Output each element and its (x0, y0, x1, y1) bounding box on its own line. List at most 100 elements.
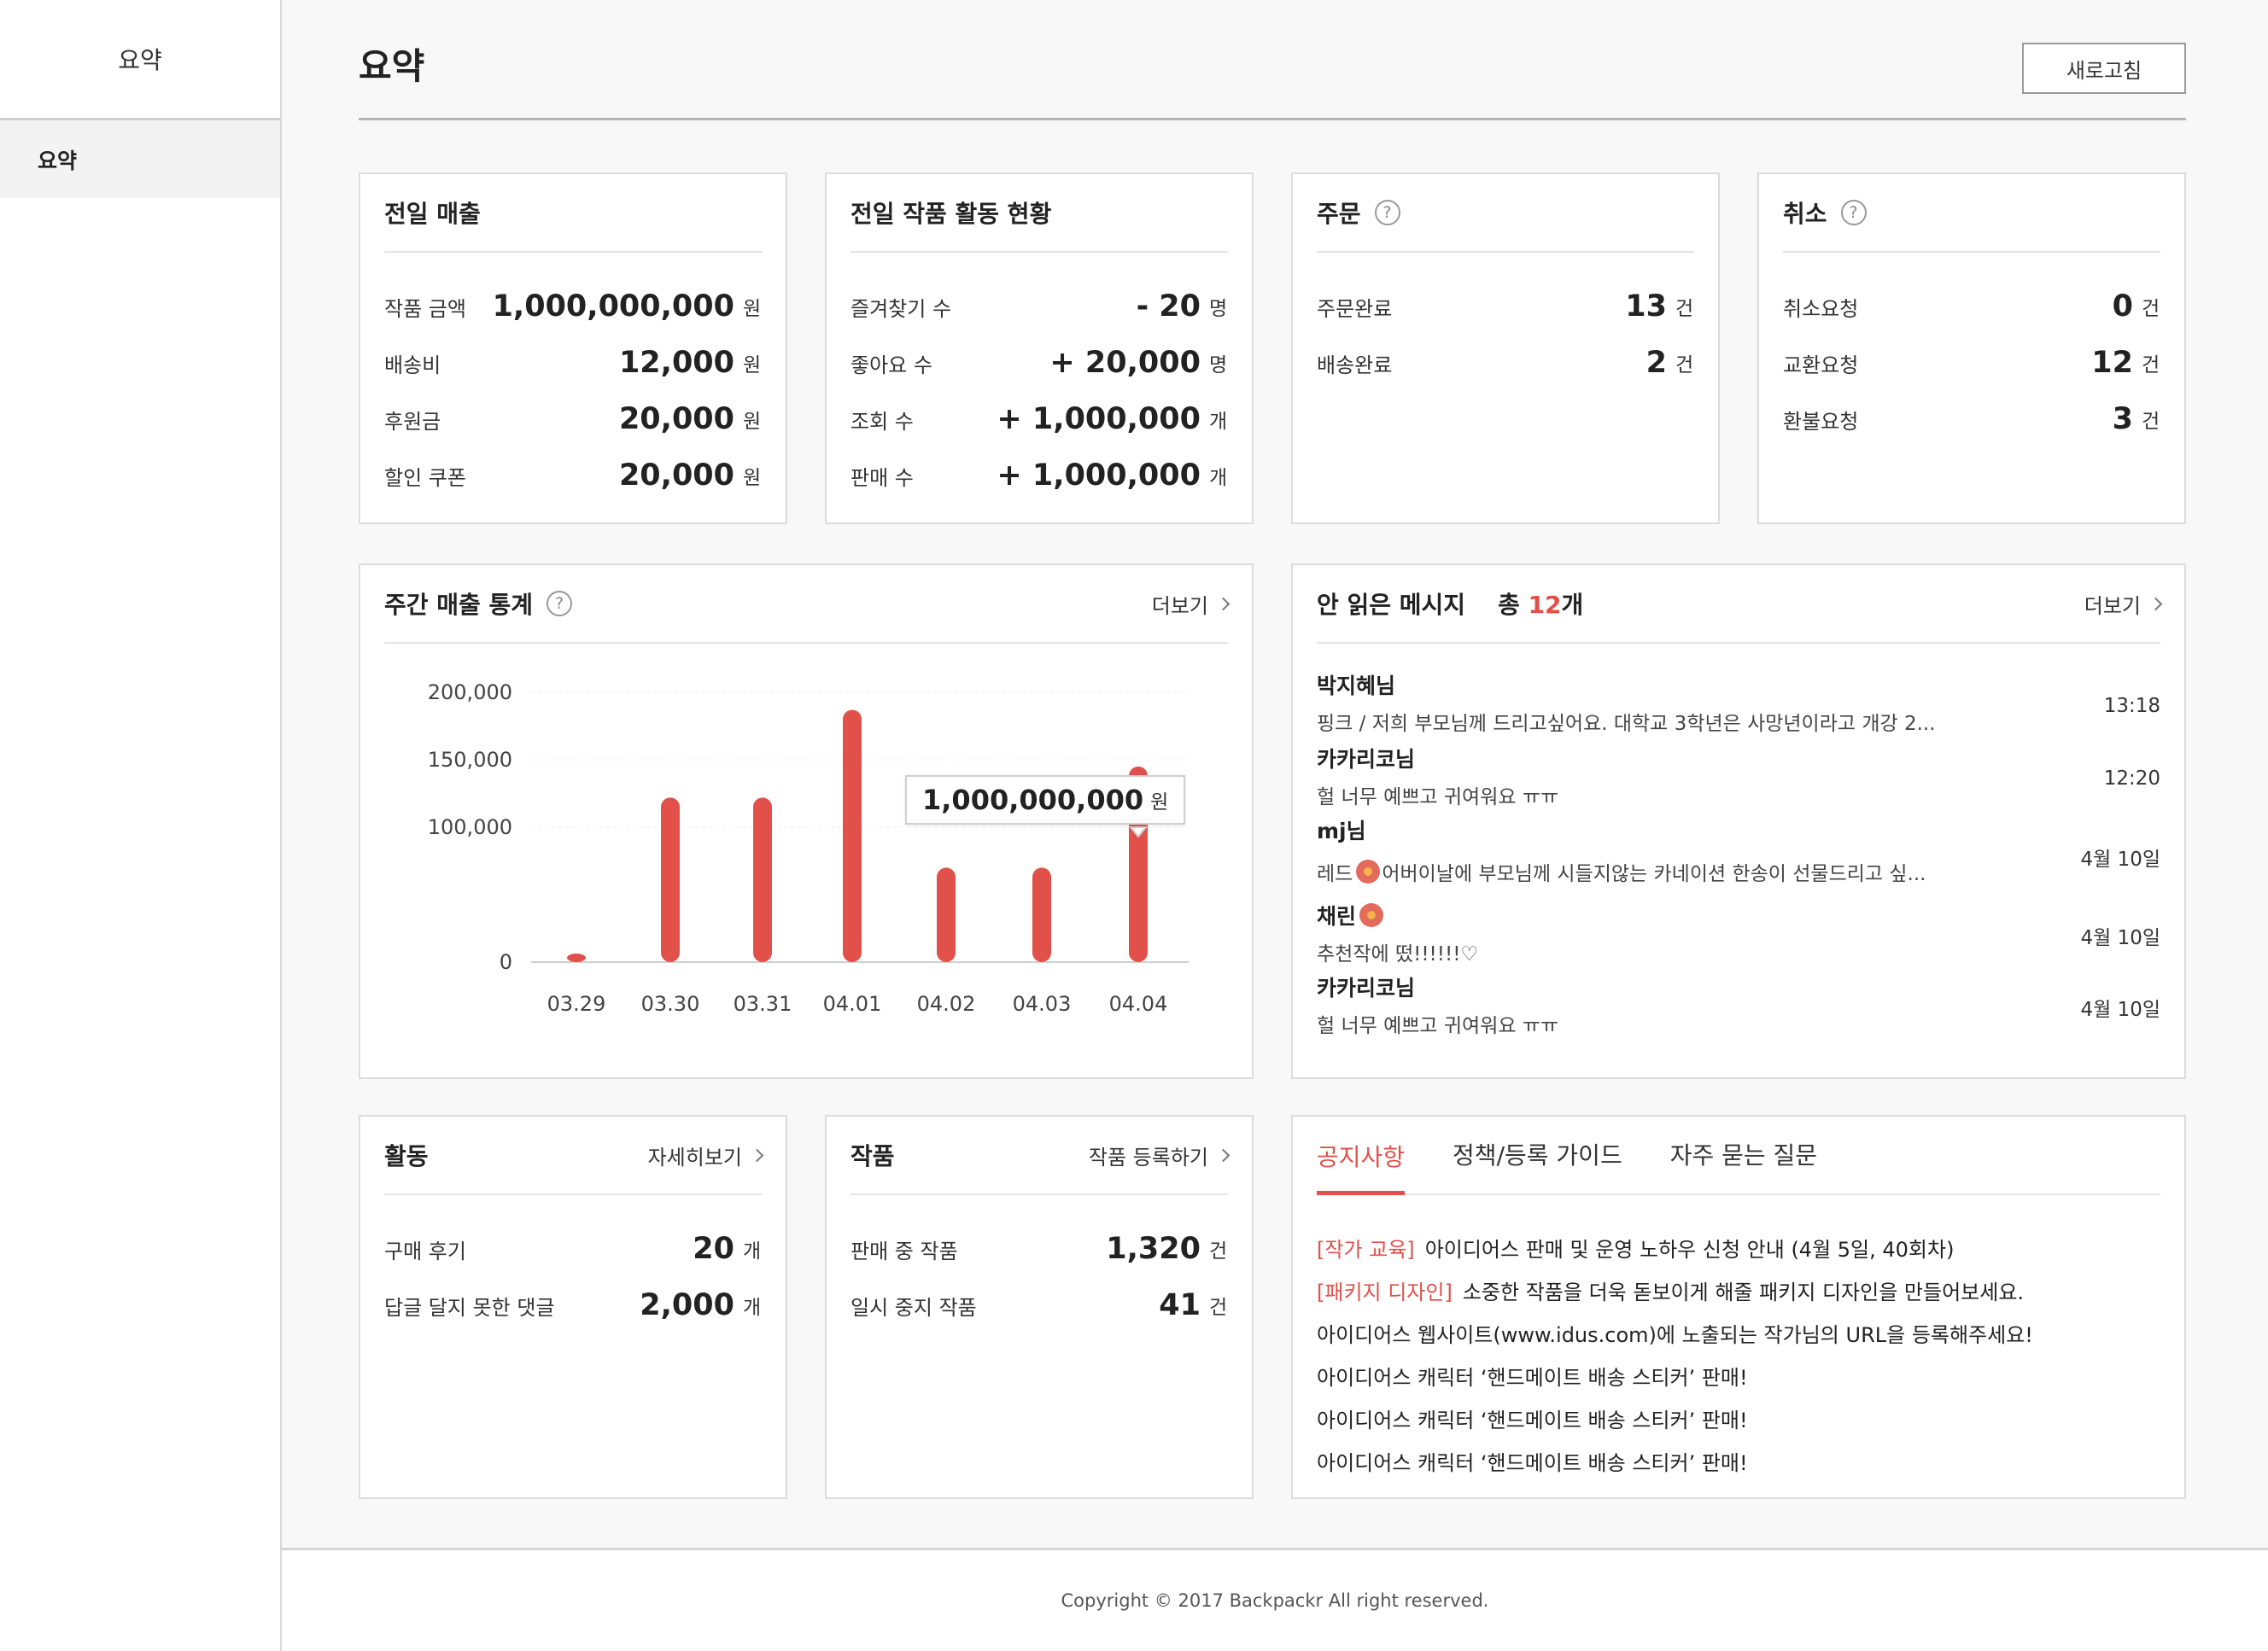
stat-row: 배송완료 2 건 (1317, 335, 1694, 391)
footer: Copyright © 2017 Backpackr All right res… (282, 1548, 2268, 1651)
message-item[interactable]: 박지혜님 핑크 / 저희 부모님께 드리고싶어요. 대학교 3학년은 사망년이라… (1317, 669, 2160, 743)
chevron-right-icon (1216, 1148, 1230, 1162)
stat-label: 취소요청 (1783, 296, 1859, 321)
stat-label: 판매 수 (850, 465, 914, 490)
card-title: 작품 (850, 1142, 895, 1170)
chevron-right-icon (1216, 597, 1230, 610)
notices-card: 공지사항 정책/등록 가이드 자주 묻는 질문 [작가 교육] 아이디어스 판매 … (1291, 1115, 2186, 1499)
sender-name: 채린 (1317, 904, 1357, 929)
stat-unit: 건 (1675, 298, 1694, 320)
notice-item[interactable]: 아이디어스 웹사이트(www.idus.com)에 노출되는 작가님의 URL을… (1317, 1311, 2160, 1354)
message-time: 4월 10일 (2080, 927, 2160, 949)
stat-row: 배송비 12,000 원 (384, 335, 762, 391)
chart-bar[interactable] (843, 709, 862, 962)
y-tick-label: 150,000 (428, 748, 512, 772)
message-item[interactable]: 채린 추천작에 떴!!!!!!♡ 4월 10일 (1317, 900, 2160, 971)
stat-value: 2,000 (640, 1288, 734, 1322)
notice-item[interactable]: [패키지 디자인] 소중한 작품을 더욱 돋보이게 해줄 패키지 디자인을 만들어… (1317, 1269, 2160, 1311)
chart-bar[interactable] (753, 797, 772, 962)
chart-bar[interactable] (567, 954, 586, 962)
message-item[interactable]: mj님 레드 어버이날에 부모님께 시들지않는 카네이션 한송이 선물드리고 싶… (1317, 814, 2160, 900)
message-item[interactable]: 카카리코님 헐 너무 예쁘고 귀여워요 ㅠㅠ 4월 10일 (1317, 971, 2160, 1043)
message-text: 레드 어버이날에 부모님께 시들지않는 카네이션 한송이 선물드리고 싶... (1317, 857, 1966, 886)
y-tick-label: 100,000 (428, 815, 512, 839)
message-text: 추천작에 떴!!!!!!♡ (1317, 943, 1479, 966)
stat-value: - 20 (1136, 289, 1201, 324)
message-item[interactable]: 카카리코님 헐 너무 예쁘고 귀여워요 ㅠㅠ 12:20 (1317, 743, 2160, 814)
stat-value: 12,000 (618, 346, 734, 380)
messages-more-link[interactable]: 더보기 (2084, 589, 2163, 619)
x-tick-label: 04.02 (917, 992, 976, 1016)
x-tick-label: 04.01 (823, 992, 882, 1016)
stat-value: 13 (1625, 289, 1667, 324)
message-text: 핑크 / 저희 부모님께 드리고싶어요. 대학교 3학년은 사망년이라고 개강 … (1317, 713, 1936, 735)
stat-label: 할인 쿠폰 (384, 465, 466, 490)
question-circle-icon[interactable]: ? (1374, 200, 1400, 225)
sidebar-item-summary[interactable]: 요약 (0, 120, 280, 198)
stat-unit: 건 (2142, 411, 2160, 433)
card-title: 전일 작품 활동 현황 (850, 200, 1052, 228)
sidebar-title: 요약 (0, 0, 280, 120)
question-circle-icon[interactable]: ? (547, 591, 573, 616)
stat-value: 20,000 (618, 402, 734, 436)
message-sender: 박지혜님 (1317, 674, 1396, 698)
activity-card: 활동 자세히보기 구매 후기 20 개 답글 달지 못한 댓글 2,000 개 (359, 1115, 787, 1499)
notice-text: 아이디어스 캐릭터 ‘핸드메이트 배송 스티커’ 판매! (1317, 1408, 1748, 1432)
activity-detail-link[interactable]: 자세히보기 (648, 1141, 764, 1170)
stat-row: 판매 수 + 1,000,000 개 (850, 447, 1228, 504)
weekly-sales-card: 주간 매출 통계 ? 더보기 0 100,000 150,000 200,000 03.… (359, 563, 1254, 1079)
notice-item[interactable]: 아이디어스 캐릭터 ‘핸드메이트 배송 스티커’ 판매! (1317, 1354, 2160, 1397)
y-tick-label: 200,000 (428, 680, 512, 704)
notice-item[interactable]: 아이디어스 캐릭터 ‘핸드메이트 배송 스티커’ 판매! (1317, 1397, 2160, 1439)
tab-policy-guide[interactable]: 정책/등록 가이드 (1453, 1137, 1622, 1193)
works-card: 작품 작품 등록하기 판매 중 작품 1,320 건 일시 중지 작품 41 건 (825, 1115, 1254, 1499)
notice-item[interactable]: [작가 교육] 아이디어스 판매 및 운영 노하우 신청 안내 (4월 5일, 4… (1317, 1226, 2160, 1269)
notice-text: 아이디어스 캐릭터 ‘핸드메이트 배송 스티커’ 판매! (1317, 1450, 1748, 1475)
stat-row: 즐겨찾기 수 - 20 명 (850, 278, 1228, 335)
card-title: 전일 매출 (384, 200, 481, 228)
tab-faq[interactable]: 자주 묻는 질문 (1670, 1137, 1817, 1193)
register-work-link[interactable]: 작품 등록하기 (1089, 1141, 1230, 1170)
refresh-button[interactable]: 새로고침 (2022, 43, 2186, 94)
stat-label: 답글 달지 못한 댓글 (384, 1295, 555, 1320)
stat-row: 후원금 20,000 원 (384, 391, 762, 447)
stat-unit: 건 (2142, 354, 2160, 376)
x-tick-label: 03.30 (641, 992, 700, 1016)
x-tick-label: 04.03 (1013, 992, 1072, 1016)
stat-unit: 건 (1675, 354, 1694, 376)
stat-value: 0 (2112, 289, 2133, 324)
stat-unit: 건 (1209, 1240, 1228, 1263)
stat-unit: 개 (1209, 467, 1228, 489)
orders-card: 주문? 주문완료 13 건 배송완료 2 건 (1291, 172, 1720, 524)
notice-tag: [패키지 디자인] (1317, 1280, 1453, 1304)
notice-item[interactable]: 아이디어스 캐릭터 ‘핸드메이트 배송 스티커’ 판매! (1317, 1439, 2160, 1482)
stat-row: 좋아요 수 + 20,000 명 (850, 335, 1228, 391)
stat-value: 1,000,000,000 (492, 289, 734, 324)
stat-value: 3 (2112, 402, 2133, 436)
stat-label: 배송완료 (1317, 353, 1393, 377)
stat-row: 주문완료 13 건 (1317, 278, 1694, 335)
stat-row: 할인 쿠폰 20,000 원 (384, 447, 762, 504)
stat-unit: 건 (1209, 1297, 1228, 1319)
card-title: 안 읽은 메시지 (1317, 591, 1466, 619)
message-sender: 카카리코님 (1317, 747, 1416, 772)
question-circle-icon[interactable]: ? (1840, 200, 1867, 225)
chart-bar[interactable] (661, 797, 680, 962)
stat-value: + 20,000 (1049, 346, 1201, 380)
tab-notices[interactable]: 공지사항 (1317, 1139, 1406, 1195)
stat-value: 41 (1159, 1288, 1201, 1322)
more-label: 더보기 (2084, 593, 2141, 618)
notice-text: 아이디어스 판매 및 운영 노하우 신청 안내 (4월 5일, 40회차) (1424, 1237, 1955, 1262)
unread-messages-card: 안 읽은 메시지 총 12개 더보기 박지혜님 핑크 / 저희 부모님께 드리고… (1291, 563, 2186, 1079)
chart-bar[interactable] (1032, 867, 1051, 962)
weekly-more-link[interactable]: 더보기 (1152, 589, 1230, 619)
chevron-right-icon (2148, 597, 2163, 610)
notice-text: 아이디어스 웹사이트(www.idus.com)에 노출되는 작가님의 URL을… (1317, 1322, 2033, 1347)
message-text-before: 레드 (1317, 863, 1353, 885)
stat-row: 일시 중지 작품 41 건 (850, 1277, 1228, 1333)
message-time: 4월 10일 (2080, 849, 2160, 871)
chart-bar[interactable] (937, 867, 956, 962)
stat-label: 후원금 (384, 409, 441, 434)
card-title: 활동 (384, 1142, 429, 1170)
stat-row: 답글 달지 못한 댓글 2,000 개 (384, 1277, 762, 1333)
